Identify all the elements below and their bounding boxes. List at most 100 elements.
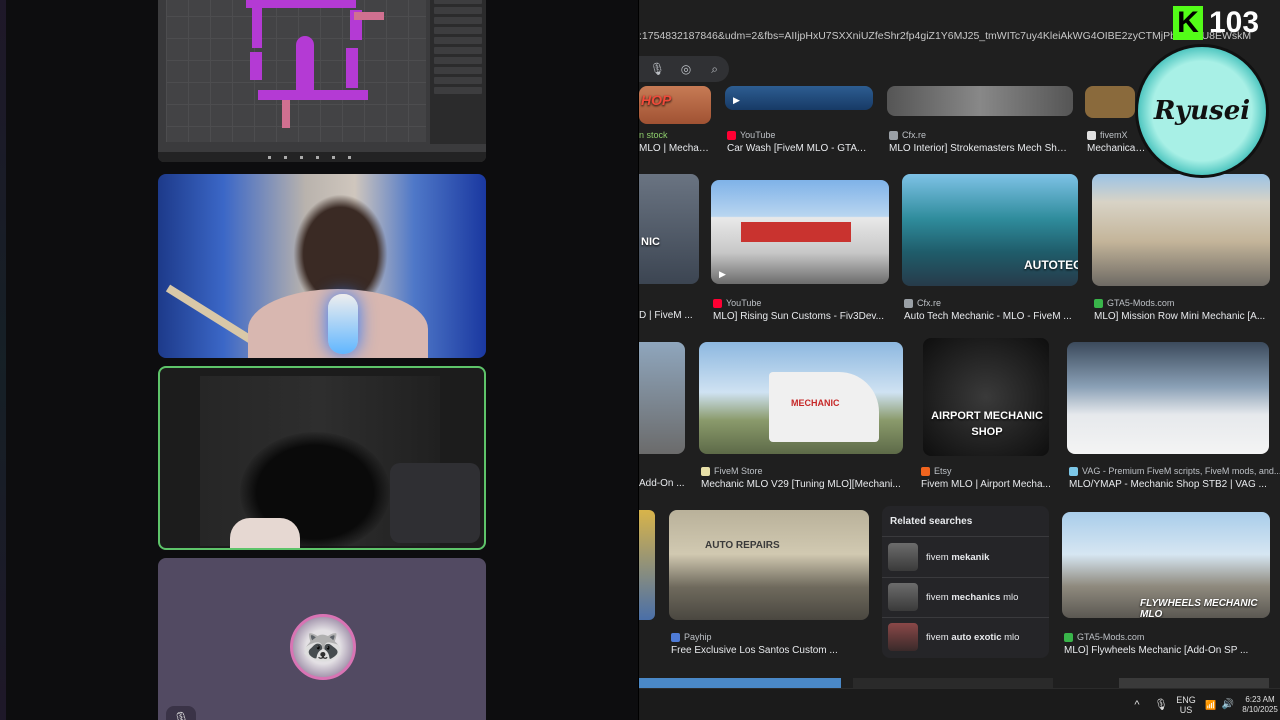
result-source: Cfx.re (904, 298, 941, 308)
image-result-partial[interactable] (853, 678, 1053, 688)
result-thumbnail (887, 86, 1073, 116)
result-thumbnail (1092, 174, 1270, 286)
blender-viewport (166, 0, 426, 142)
image-result-partial[interactable] (639, 678, 841, 688)
result-source: n stock (639, 130, 668, 140)
result-source: GTA5-Mods.com (1064, 632, 1144, 642)
result-title[interactable]: MLO] Flywheels Mechanic [Add-On SP ... (1064, 645, 1270, 656)
image-result[interactable]: ▶ YouTube Car Wash [FiveM MLO - GTA ... (725, 86, 875, 156)
keyboard-layout: US (1179, 705, 1193, 715)
result-title[interactable]: Fivem MLO | Airport Mecha... (921, 479, 1057, 490)
thumb-caption: AIRPORT MECHANIC SHOP (931, 410, 1043, 438)
building-stripe (741, 222, 851, 242)
image-result[interactable]: MECHANIC FiveM Store Mechanic MLO V29 [T… (699, 342, 905, 492)
payhip-icon (671, 632, 680, 642)
related-query: fivem mekanik (926, 551, 990, 563)
result-thumbnail: AUTOTEC (902, 174, 1078, 286)
related-search-item[interactable]: fivem mechanics mlo (888, 582, 1046, 612)
streamer-name: Ryusei (1153, 96, 1251, 126)
screen-share-tile[interactable] (158, 0, 486, 162)
result-title[interactable]: Mechanic MLO V29 [Tuning MLO][Mechani... (701, 479, 901, 490)
related-query: fivem mechanics mlo (926, 591, 1019, 603)
play-icon: ▶ (733, 95, 740, 105)
youtube-icon (713, 298, 722, 308)
mesh-wall-left-upper (252, 8, 262, 48)
image-result[interactable]: Add-On ... (639, 342, 687, 492)
result-title[interactable]: Free Exclusive Los Santos Custom ... (671, 645, 869, 656)
clock[interactable]: 6:23 AM 8/10/2025 (1239, 689, 1280, 720)
search-icon[interactable]: ⌕ (706, 60, 724, 78)
search-toolbar: 🎙 ◎ ⌕ (639, 56, 729, 82)
image-result[interactable]: ▶ YouTube MLO] Rising Sun Customs - Fiv3… (711, 180, 889, 326)
mesh-wall-right-edge (354, 12, 384, 20)
result-thumbnail (1085, 86, 1135, 118)
microphone (328, 294, 358, 354)
result-thumbnail: HOP (639, 86, 711, 124)
timeline-marker (300, 156, 303, 159)
result-title[interactable]: MLO Interior] Strokemasters Mech Sho... (889, 143, 1069, 154)
image-result[interactable]: Cfx.re MLO Interior] Strokemasters Mech … (887, 86, 1077, 156)
result-title[interactable]: Mechanical V... (1087, 143, 1147, 154)
play-icon: ▶ (719, 269, 726, 279)
image-result[interactable]: AUTO REPAIRS Payhip Free Exclusive Los S… (669, 510, 871, 660)
image-result[interactable]: AIRPORT MECHANIC SHOP Etsy Fivem MLO | A… (919, 338, 1059, 492)
microphone-icon[interactable]: 🎙 (1151, 689, 1171, 720)
person-hand (230, 518, 300, 548)
result-title[interactable]: MLO | Mechani... (639, 143, 711, 154)
blender-outliner (430, 0, 486, 144)
browser-window: :1754832187846&udm=2&fbs=AIIjpHxU7SXXniU… (638, 0, 1280, 720)
outliner-row (434, 17, 482, 24)
mesh-wall-right-lower (346, 48, 358, 88)
related-search-item[interactable]: fivem mekanik (888, 542, 1046, 572)
raccoon-icon: 🦝 (301, 628, 345, 666)
result-title[interactable]: Car Wash [FiveM MLO - GTA ... (727, 143, 867, 154)
avatar-tile[interactable]: 🦝 🎙 (158, 558, 486, 720)
result-source: FiveM Store (701, 466, 763, 476)
result-thumbnail (1067, 342, 1269, 454)
outliner-row (434, 87, 482, 94)
result-title[interactable]: MLO/YMAP - Mechanic Shop STB2 | VAG ... (1069, 479, 1269, 490)
outliner-row (434, 7, 482, 14)
tray-chevron-icon[interactable]: ^ (1129, 689, 1145, 720)
image-result[interactable]: fivemX Mechanical V... (1085, 86, 1147, 156)
timeline-marker (268, 156, 271, 159)
wifi-icon[interactable]: 📶 (1203, 689, 1219, 720)
webcam-tile-active-speaker[interactable] (158, 366, 486, 550)
result-title[interactable]: Add-On ... (639, 478, 685, 489)
result-title[interactable]: D | FiveM ... (639, 310, 699, 321)
result-title[interactable]: Auto Tech Mechanic - MLO - FiveM ... (904, 311, 1076, 322)
webcam-tile-streamer[interactable] (158, 174, 486, 358)
image-result[interactable]: NIC D | FiveM ... (639, 174, 701, 324)
result-source: Cfx.re (889, 130, 926, 140)
mic-muted-icon[interactable]: 🎙 (166, 706, 196, 720)
image-result[interactable]: FLYWHEELS MECHANIC MLO GTA5-Mods.com MLO… (1062, 512, 1272, 660)
related-searches-panel: Related searches fivem mekanik fivem mec… (882, 506, 1049, 658)
vag-icon (1069, 466, 1078, 476)
etsy-icon (921, 466, 930, 476)
fivemx-icon (1087, 130, 1096, 140)
image-result-partial[interactable] (1119, 678, 1269, 688)
streamer-logo: Ryusei (1135, 44, 1269, 178)
result-thumbnail: FLYWHEELS MECHANIC MLO (1062, 512, 1270, 618)
result-source: YouTube (727, 130, 775, 140)
related-search-item[interactable]: fivem auto exotic mlo (888, 622, 1046, 652)
language-indicator[interactable]: ENG US (1173, 689, 1199, 720)
image-result[interactable]: AUTOTEC Cfx.re Auto Tech Mechanic - MLO … (902, 174, 1080, 326)
thumb-caption: HOP (641, 92, 672, 108)
outliner-row (434, 57, 482, 64)
result-source: fivemX (1087, 130, 1128, 140)
screen: 🦝 🎙 :1754832187846&udm=2&fbs=AIIjpHxU7SX… (0, 0, 1280, 720)
voice-search-icon[interactable]: 🎙 (648, 60, 666, 78)
lens-search-icon[interactable]: ◎ (677, 60, 695, 78)
youtube-icon (727, 130, 736, 140)
result-title[interactable]: MLO] Rising Sun Customs - Fiv3Dev... (713, 311, 885, 322)
related-query: fivem auto exotic mlo (926, 631, 1020, 643)
image-result[interactable]: GTA5-Mods.com MLO] Mission Row Mini Mech… (1092, 174, 1272, 326)
image-result[interactable]: HOP n stock MLO | Mechani... (639, 86, 719, 156)
image-result[interactable] (639, 510, 657, 622)
volume-icon[interactable]: 🔊 (1219, 689, 1237, 720)
divider (882, 577, 1049, 578)
image-result[interactable]: VAG - Premium FiveM scripts, FiveM mods,… (1067, 342, 1280, 492)
result-title[interactable]: MLO] Mission Row Mini Mechanic [A... (1094, 311, 1270, 322)
result-thumbnail: AIRPORT MECHANIC SHOP (923, 338, 1049, 456)
